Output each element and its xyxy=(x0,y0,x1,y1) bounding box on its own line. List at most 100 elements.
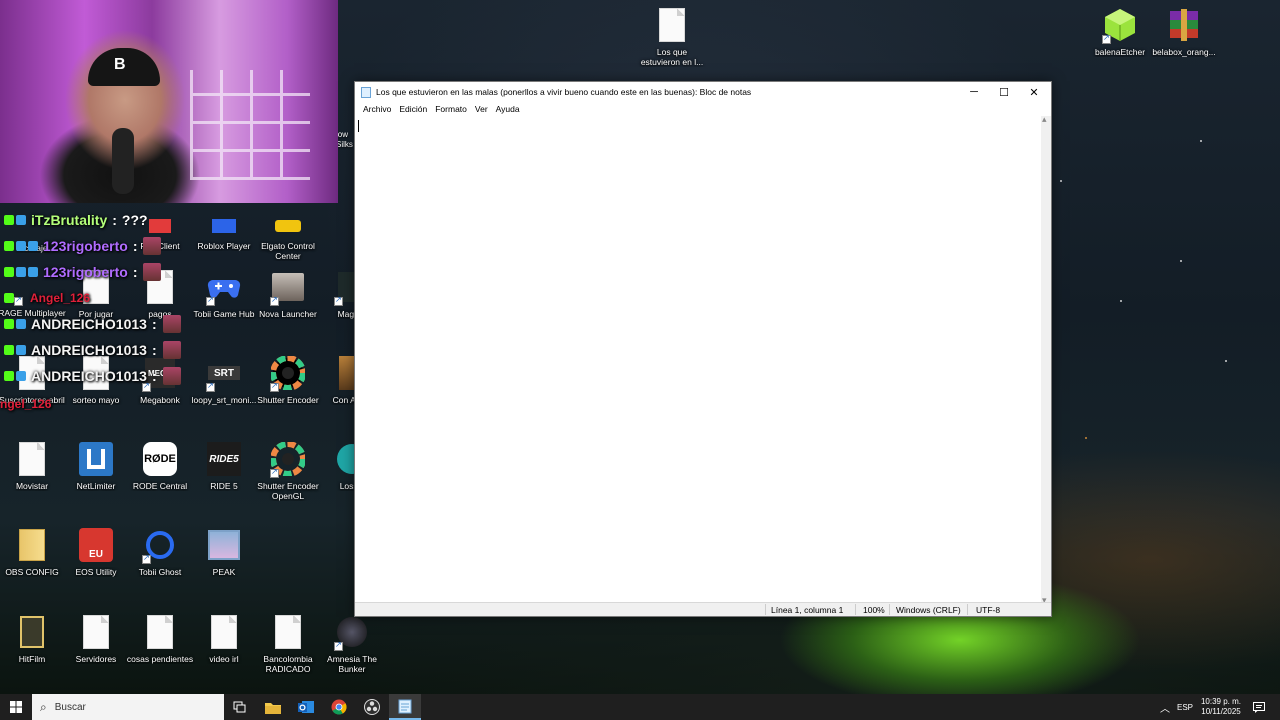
maximize-button[interactable]: ☐ xyxy=(989,82,1019,102)
document-icon xyxy=(78,613,114,651)
document-icon xyxy=(654,6,690,44)
menu-archivo[interactable]: Archivo xyxy=(359,104,395,114)
peak-mountain-icon xyxy=(206,526,242,564)
nova-launcher-icon xyxy=(270,268,306,306)
menu-ayuda[interactable]: Ayuda xyxy=(492,104,524,114)
clock[interactable]: 10:39 p. m. 10/11/2025 xyxy=(1198,694,1244,720)
desktop-icon-belabox[interactable]: belabox_orang... xyxy=(1152,4,1216,86)
clock-time: 10:39 p. m. xyxy=(1200,697,1242,706)
badge-icon xyxy=(16,267,26,277)
star xyxy=(1180,260,1182,262)
status-encoding: UTF-8 xyxy=(976,605,1001,615)
chat-message: ANDREICHO1013 : xyxy=(4,313,181,335)
folder-icon xyxy=(14,526,50,564)
elgato-icon xyxy=(270,200,306,238)
outlook-button[interactable] xyxy=(290,694,322,720)
task-view-button[interactable] xyxy=(224,694,256,720)
desktop-icon-rode-central[interactable]: RØDE RODE Central xyxy=(128,438,192,520)
task-view-icon xyxy=(233,701,246,713)
desktop-icon-tobii-game-hub[interactable]: Tobii Game Hub xyxy=(192,266,256,348)
file-explorer-button[interactable] xyxy=(257,694,289,720)
badge-icon xyxy=(28,241,38,251)
kick-badge-icon xyxy=(4,371,14,381)
notification-icon xyxy=(1253,701,1265,713)
notepad-taskbar-button[interactable] xyxy=(389,694,421,720)
desktop-icon-balenaetcher[interactable]: balenaEtcher xyxy=(1088,4,1152,86)
rode-icon: RØDE xyxy=(142,440,178,478)
badge-icon xyxy=(16,371,26,381)
desktop-icon-servidores[interactable]: Servidores xyxy=(64,611,128,693)
desktop-icon-movistar[interactable]: Movistar xyxy=(0,438,64,520)
menu-edicion[interactable]: Edición xyxy=(395,104,431,114)
text-editor[interactable] xyxy=(356,116,1042,604)
notepad-window[interactable]: Los que estuvieron en las malas (ponerll… xyxy=(354,81,1052,617)
obs-icon xyxy=(364,699,380,715)
notepad-icon xyxy=(398,699,412,713)
start-button[interactable] xyxy=(0,694,32,720)
clock-date: 10/11/2025 xyxy=(1201,707,1241,716)
notifications-button[interactable] xyxy=(1248,694,1270,720)
star xyxy=(1085,437,1087,439)
obs-button[interactable] xyxy=(356,694,388,720)
folder-icon xyxy=(265,702,281,714)
title-bar[interactable]: Los que estuvieron en las malas (ponerll… xyxy=(355,82,1051,102)
webcam-overlay: B xyxy=(0,0,338,203)
emote-icon xyxy=(143,263,162,281)
roblox-icon xyxy=(206,200,242,238)
star xyxy=(1120,300,1122,302)
text-caret xyxy=(358,120,359,132)
desktop-icon-los-que[interactable]: Los que estuvieron en l... xyxy=(640,4,704,86)
desktop-icon-shutter-encoder-opengl[interactable]: Shutter Encoder OpenGL xyxy=(256,438,320,520)
tobii-ghost-icon xyxy=(142,526,178,564)
emote-icon xyxy=(162,341,181,359)
emote-icon xyxy=(162,315,181,333)
desktop-icon-nova-launcher[interactable]: Nova Launcher xyxy=(256,266,320,348)
desktop-icon-amnesia[interactable]: Amnesia The Bunker xyxy=(320,611,384,693)
desktop-icon-eos-utility[interactable]: EU EOS Utility xyxy=(64,524,128,606)
desktop-icon-ride5[interactable]: RIDE5 RIDE 5 xyxy=(192,438,256,520)
desktop-icon-shutter-encoder[interactable]: Shutter Encoder xyxy=(256,352,320,434)
close-button[interactable]: ✕ xyxy=(1019,82,1049,102)
chat-message: Angel_126 xyxy=(4,287,90,309)
status-divider xyxy=(889,604,890,615)
desktop-icon-netlimiter[interactable]: NetLimiter xyxy=(64,438,128,520)
windows-logo-icon xyxy=(10,701,22,713)
desktop-icon-obs-config[interactable]: OBS CONFIG xyxy=(0,524,64,606)
ride5-icon: RIDE5 xyxy=(206,440,242,478)
chrome-button[interactable] xyxy=(323,694,355,720)
emote-icon xyxy=(162,367,181,385)
kick-badge-icon xyxy=(4,345,14,355)
desktop-icon-bancolombia[interactable]: Bancolombia RADICADO xyxy=(256,611,320,693)
status-zoom: 100% xyxy=(863,605,885,615)
status-divider xyxy=(765,604,766,615)
kick-badge-icon xyxy=(4,267,14,277)
tray-overflow-button[interactable]: ︿ xyxy=(1158,694,1172,720)
desktop-icon-peak[interactable]: PEAK xyxy=(192,524,256,606)
desktop-icon-video-irl[interactable]: video irl xyxy=(192,611,256,693)
hitfilm-icon xyxy=(14,613,50,651)
menu-ver[interactable]: Ver xyxy=(471,104,492,114)
vertical-scrollbar[interactable] xyxy=(1041,114,1051,606)
emote-icon xyxy=(143,237,162,255)
gamepad-icon xyxy=(206,268,242,306)
partial-icon-label: low Silks xyxy=(336,130,353,149)
chat-message: 123rigoberto : xyxy=(4,261,162,283)
badge-icon xyxy=(16,215,26,225)
desktop-icon-hitfilm[interactable]: HitFilm xyxy=(0,611,64,693)
winrar-archive-icon xyxy=(1166,6,1202,44)
desktop-icon-cosas-pendientes[interactable]: cosas pendientes xyxy=(127,611,193,693)
search-box[interactable]: ⌕ Buscar xyxy=(32,694,224,720)
minimize-button[interactable]: ─ xyxy=(959,82,989,102)
language-indicator[interactable]: ESP xyxy=(1174,694,1196,720)
desktop-icon-loopy[interactable]: SRT loopy_srt_moni... xyxy=(192,352,256,434)
star xyxy=(1200,140,1202,142)
menu-formato[interactable]: Formato xyxy=(431,104,471,114)
badge-icon xyxy=(16,319,26,329)
chat-message: 123rigoberto : xyxy=(4,235,162,257)
chat-username: ANDREICHO1013 xyxy=(31,368,147,384)
chat-message: ANDREICHO1013 : xyxy=(4,365,181,387)
window-title: Los que estuvieron en las malas (ponerll… xyxy=(376,87,752,97)
status-divider xyxy=(967,604,968,615)
desktop-icon-tobii-ghost[interactable]: Tobii Ghost xyxy=(128,524,192,606)
document-icon xyxy=(14,440,50,478)
